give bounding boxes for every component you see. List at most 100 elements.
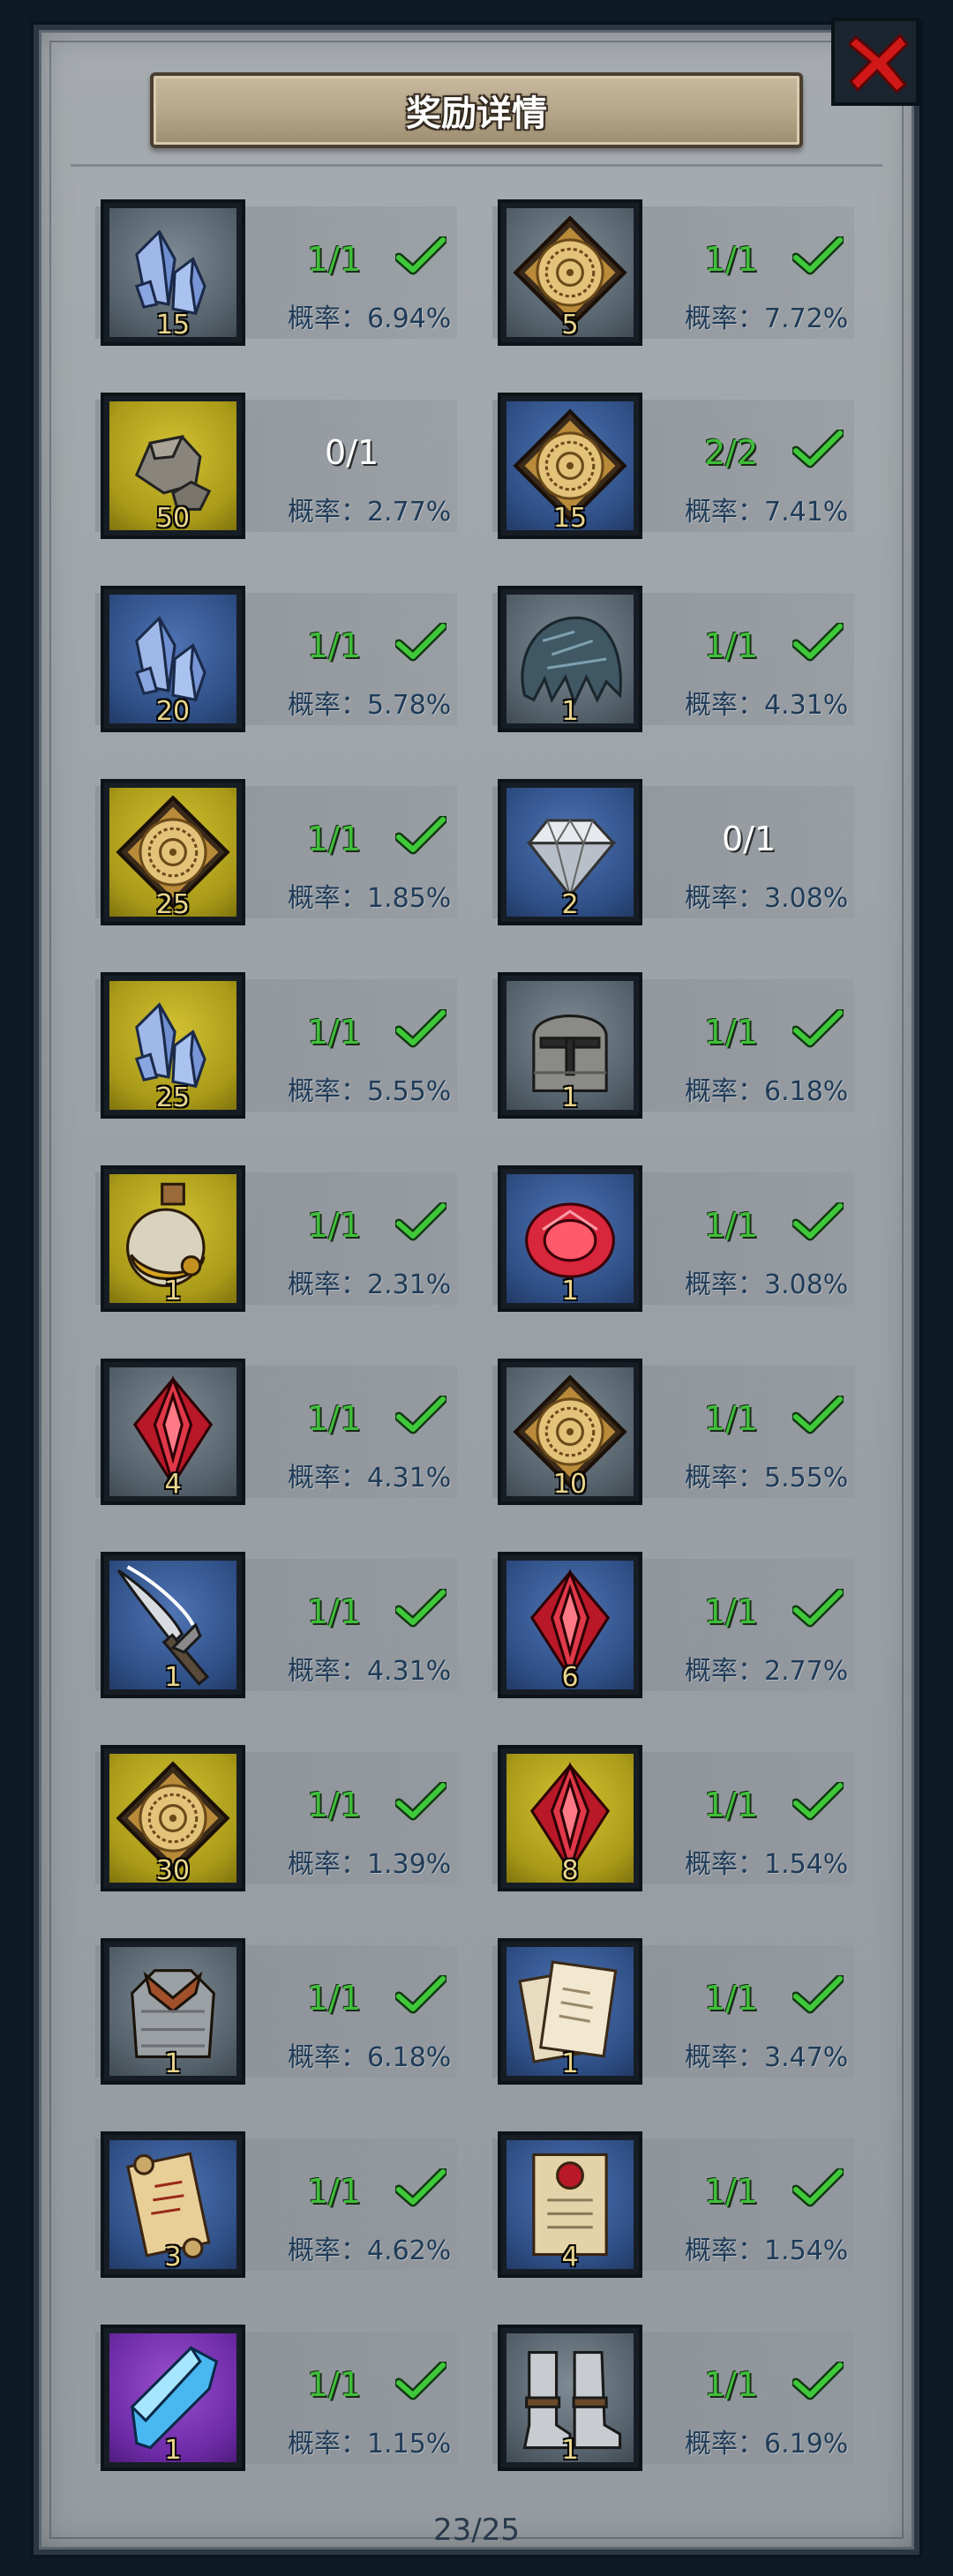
drop-rate: 概率：1.15% — [288, 2429, 452, 2460]
checkmark-icon — [394, 1394, 448, 1434]
reward-quantity: 50 — [155, 503, 191, 534]
reward-progress: 1/1 — [704, 1786, 759, 1824]
reward-quantity: 4 — [561, 2242, 579, 2273]
reward-progress: 1/1 — [307, 1592, 362, 1631]
reward-icon-slot[interactable]: 3 — [101, 2131, 245, 2278]
checkmark-icon — [791, 1780, 845, 1821]
completed-check — [791, 1780, 845, 1826]
reward-icon-slot[interactable]: 30 — [101, 1745, 245, 1891]
reward-icon-slot[interactable]: 15 — [498, 393, 642, 539]
completed-check — [791, 2167, 845, 2213]
reward-progress: 2/2 — [704, 433, 759, 472]
reward-progress: 1/1 — [307, 2172, 362, 2211]
reward-icon-slot[interactable]: 1 — [498, 972, 642, 1119]
reward-progress: 1/1 — [704, 240, 759, 279]
reward-icon-slot[interactable]: 1 — [101, 1165, 245, 1312]
reward-item: 1 1/1 概率：2.31% — [95, 1162, 457, 1315]
reward-icon-slot[interactable]: 1 — [101, 2325, 245, 2471]
drop-rate: 概率：7.72% — [685, 303, 849, 334]
reward-icon-slot[interactable]: 10 — [498, 1359, 642, 1505]
reward-icon-slot[interactable]: 1 — [101, 1938, 245, 2085]
checkmark-icon — [791, 1587, 845, 1628]
reward-quantity: 1 — [164, 1662, 182, 1693]
drop-rate: 概率：4.31% — [288, 1463, 452, 1494]
checkmark-icon — [394, 1973, 448, 2014]
page-indicator: 23/25 — [433, 2512, 520, 2548]
reward-item: 2 0/1 概率：3.08% — [492, 775, 854, 929]
title-banner: 奖励详情 — [150, 72, 803, 148]
drop-rate: 概率：2.31% — [288, 1269, 452, 1300]
reward-icon-slot[interactable]: 1 — [498, 586, 642, 732]
completed-check — [791, 1007, 845, 1053]
completed-check — [394, 2167, 448, 2213]
checkmark-icon — [791, 1007, 845, 1048]
reward-item: 1 1/1 概率：4.31% — [492, 582, 854, 736]
reward-icon-slot[interactable]: 25 — [101, 972, 245, 1119]
checkmark-icon — [394, 814, 448, 855]
checkmark-icon — [394, 621, 448, 662]
checkmark-icon — [791, 2360, 845, 2400]
completed-check — [394, 1201, 448, 1247]
reward-icon-slot[interactable]: 2 — [498, 779, 642, 925]
reward-progress: 1/1 — [704, 2172, 759, 2211]
checkmark-icon — [394, 235, 448, 275]
drop-rate: 概率：7.41% — [685, 497, 849, 528]
reward-quantity: 1 — [164, 2048, 182, 2079]
reward-quantity: 20 — [155, 696, 191, 727]
reward-item: 3 1/1 概率：4.62% — [95, 2128, 457, 2281]
completed-check — [394, 1587, 448, 1633]
reward-quantity: 15 — [552, 503, 588, 534]
reward-icon-slot[interactable]: 20 — [101, 586, 245, 732]
reward-icon-slot[interactable]: 50 — [101, 393, 245, 539]
reward-item: 10 1/1 概率：5.55% — [492, 1355, 854, 1509]
reward-icon-slot[interactable]: 1 — [498, 2325, 642, 2471]
checkmark-icon — [394, 1587, 448, 1628]
reward-quantity: 1 — [561, 2048, 579, 2079]
drop-rate: 概率：4.62% — [288, 2235, 452, 2266]
reward-quantity: 1 — [561, 1082, 579, 1113]
reward-item: 1 1/1 概率：6.19% — [492, 2321, 854, 2475]
checkmark-icon — [394, 1780, 448, 1821]
reward-progress: 1/1 — [307, 240, 362, 279]
reward-progress: 1/1 — [307, 2365, 362, 2404]
drop-rate: 概率：1.39% — [288, 1849, 452, 1880]
reward-icon-slot[interactable]: 5 — [498, 199, 642, 346]
reward-item: 1 1/1 概率：6.18% — [95, 1935, 457, 2088]
reward-item: 1 1/1 概率：3.08% — [492, 1162, 854, 1315]
completed-check — [394, 1973, 448, 2019]
reward-icon-slot[interactable]: 1 — [498, 1165, 642, 1312]
reward-progress: 0/1 — [722, 820, 777, 858]
drop-rate: 概率：1.54% — [685, 1849, 849, 1880]
reward-quantity: 6 — [561, 1662, 579, 1693]
completed-check — [791, 1394, 845, 1440]
reward-icon-slot[interactable]: 15 — [101, 199, 245, 346]
completed-check — [791, 621, 845, 667]
divider — [71, 164, 882, 167]
reward-icon-slot[interactable]: 4 — [498, 2131, 642, 2278]
reward-progress: 1/1 — [704, 1399, 759, 1438]
reward-quantity: 3 — [164, 2242, 182, 2273]
drop-rate: 概率：3.08% — [685, 1269, 849, 1300]
close-icon — [849, 34, 909, 94]
reward-quantity: 25 — [155, 1082, 191, 1113]
checkmark-icon — [791, 235, 845, 275]
reward-icon-slot[interactable]: 4 — [101, 1359, 245, 1505]
completed-check — [791, 428, 845, 474]
reward-quantity: 1 — [164, 1276, 182, 1307]
checkmark-icon — [791, 1394, 845, 1434]
reward-progress: 1/1 — [704, 626, 759, 665]
drop-rate: 概率：1.85% — [288, 883, 452, 914]
close-button[interactable] — [831, 18, 919, 106]
reward-icon-slot[interactable]: 1 — [498, 1938, 642, 2085]
drop-rate: 概率：3.08% — [685, 883, 849, 914]
completed-check — [394, 814, 448, 860]
reward-quantity: 4 — [164, 1469, 182, 1500]
reward-item: 15 2/2 概率：7.41% — [492, 389, 854, 543]
reward-icon-slot[interactable]: 25 — [101, 779, 245, 925]
reward-icon-slot[interactable]: 8 — [498, 1745, 642, 1891]
reward-quantity: 1 — [164, 2435, 182, 2466]
reward-icon-slot[interactable]: 1 — [101, 1552, 245, 1698]
checkmark-icon — [394, 2360, 448, 2400]
reward-icon-slot[interactable]: 6 — [498, 1552, 642, 1698]
completed-check — [791, 2360, 845, 2406]
